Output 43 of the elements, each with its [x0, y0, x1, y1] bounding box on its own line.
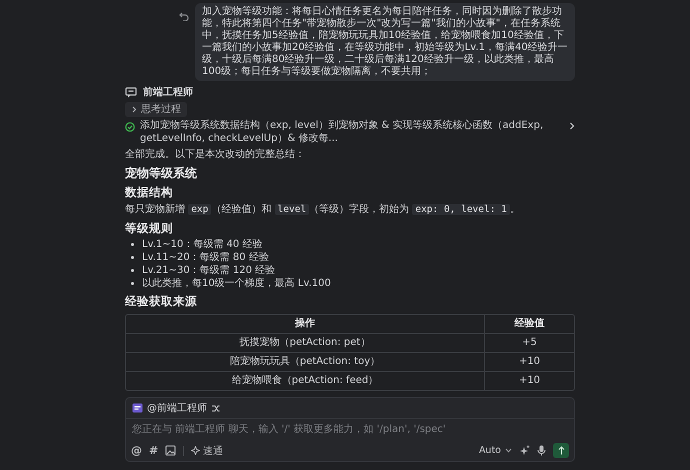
user-message: 加入宠物等级功能：将每日心情任务更名为每日陪伴任务，同时因为删除了散步功能，特此将第四个任务"带宠物散步一次"改为写一篇"我们的小故事"，在任务系统中，抚摸任务加5经验值，陪宠物玩玩具加10经验值，给宠物喂食加10经验值，下一篇我们的小故事加20经验值，在等级功能中，初始等级为Lv.1，每满40经验升一级，十级后每满80经验升一级，二十级后每满120经验升一级，以此类推，最高100级；每日任务与等级要做宠物隔离，不要共用；: [195, 3, 575, 81]
sparkle-icon: [191, 446, 200, 455]
undo-icon: [179, 11, 189, 21]
microphone-icon[interactable]: [537, 445, 546, 456]
table-cell-text: 给宠物喂食（petAction: feed）: [230, 374, 380, 388]
column-header: 经验值: [484, 315, 574, 333]
table-cell-text: 陪宠物玩玩具（petAction: toy）: [228, 354, 382, 369]
subheading: 数据结构: [125, 185, 174, 200]
table-cell: +5: [484, 334, 574, 352]
paragraph: 每只宠物新增 exp （经验值）和 level （等级）字段，初始为 exp: 0, level: 1 。: [125, 203, 521, 217]
paragraph: 全部完成。以下是本次改动的完整总结：: [125, 148, 306, 162]
bullet: [131, 243, 134, 246]
shuffle-icon: [211, 404, 220, 412]
image-icon: [165, 445, 176, 456]
message-input[interactable]: @前端工程师 您正在与 前端工程师 聊天，输入 '/' 获取更多能力，如 '/plan', '/spec' @ # 速通 Auto: [125, 397, 575, 462]
column-header: 操作: [294, 316, 316, 331]
send-button[interactable]: [553, 443, 569, 458]
bullet: [131, 269, 134, 272]
list-item: Lv.11~20：每级需 80 经验: [142, 251, 269, 264]
heading: 宠物等级系统: [125, 166, 198, 181]
mention-button[interactable]: @: [131, 444, 142, 457]
tag-button[interactable]: #: [149, 444, 158, 457]
task-summary: 添加宠物等级系统数据结构（exp, level）到宠物对象 & 实现等级系统核心函数（addExp, getLevelInfo, checkLevelUp）& 修改每...: [140, 120, 544, 145]
mode-button[interactable]: 速通: [191, 444, 224, 458]
caret-icon: [505, 448, 512, 453]
arrow-up-icon: [558, 446, 564, 455]
subheading: 经验获取来源: [125, 294, 198, 309]
model-dropdown[interactable]: Auto: [478, 445, 512, 456]
agent-name: 前端工程师: [143, 86, 193, 99]
table-cell-text: 抚摸宠物（petAction: pet）: [238, 336, 372, 350]
table-cell: +10: [484, 372, 574, 390]
list-item: Lv.21~30：每级需 120 经验: [142, 264, 276, 277]
chevron-icon: [131, 106, 137, 113]
list-item: Lv.1~10：每级需 40 经验: [142, 238, 262, 251]
table-cell: +10: [484, 353, 574, 371]
subheading: 等级规则: [125, 221, 174, 236]
sparkle-icon[interactable]: [519, 445, 530, 456]
thinking-toggle[interactable]: 思考过程: [125, 102, 187, 117]
list-item: 以此类推，每10级一个梯度，最高 Lv.100: [142, 277, 331, 290]
bullet: [131, 256, 134, 259]
bullet: [131, 282, 134, 285]
agent-mention: @前端工程师: [147, 402, 207, 415]
chevron-icon[interactable]: [569, 122, 575, 130]
